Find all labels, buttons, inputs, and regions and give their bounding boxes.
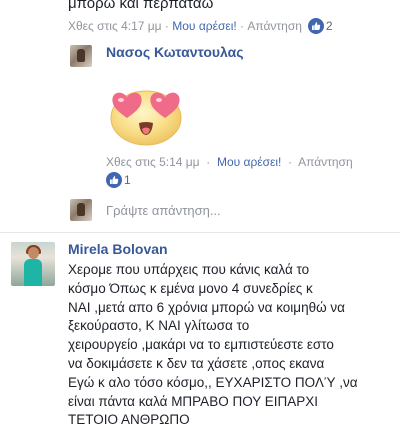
separator: · [161, 19, 173, 33]
separator: · [236, 19, 248, 33]
comment-line: είναι πάντα καλά ΜΠΡΑΒΟ ΠΟΥ ΕΙΠΑΡΧΙ [68, 393, 319, 409]
reply-link[interactable]: Απάντηση [247, 19, 302, 33]
comment-timestamp[interactable]: Χθες στις 4:17 μμ [68, 19, 162, 33]
like-count[interactable]: 2 [326, 19, 333, 33]
comment-line: χειρουργείο ,μακάρι να το εμπιστεύεστε ε… [68, 337, 334, 353]
comment-author-avatar[interactable] [11, 242, 55, 286]
comment-line: Χερομε που υπάρχεις που κάνις καλά το [68, 262, 310, 277]
reply-timestamp[interactable]: Χθες στις 5:14 μμ [106, 155, 200, 169]
like-link[interactable]: Μου αρέσει! [217, 155, 281, 169]
reply-reactions: 1 [106, 172, 131, 188]
divider [0, 232, 400, 233]
comment-text-tail: μπορώ και περπατάω [68, 0, 214, 12]
comment-line: ξεκούραστο, Κ ΝΑΙ γλίτωσα το [68, 318, 250, 334]
heart-eyes-emoji-icon [110, 90, 182, 146]
separator: · [284, 155, 296, 169]
comment-line: κόσμο Όπως κ εμένα μονο 4 συνεδρίες κ [68, 280, 313, 296]
reply-link[interactable]: Απάντηση [298, 155, 353, 169]
comment-body: Χερομε που υπάρχεις που κάνις καλά το κό… [68, 261, 398, 430]
comment-line: να δοκιμάσετε κ δεν τα χάσετε ,οπος εκαν… [68, 355, 325, 371]
like-link[interactable]: Μου αρέσει! [172, 19, 236, 33]
comment-line: ΝΑΙ ,μετά απο 6 χρόνια μπορώ να κοιμηθώ … [68, 299, 345, 315]
like-count[interactable]: 1 [124, 173, 131, 187]
current-user-avatar [70, 199, 92, 221]
comment-line: Εγώ κ αλο τόσο κόσμο,, ΕΥΧΑΡΙΣΤΟ ΠΟΛΎ ,ν… [68, 374, 358, 390]
write-reply-input[interactable]: Γράψτε απάντηση... [106, 203, 221, 218]
comment-author-name[interactable]: Mirela Bolovan [68, 241, 168, 257]
like-reaction-icon[interactable] [307, 18, 324, 34]
like-reaction-icon[interactable] [106, 172, 122, 188]
reply-author-avatar[interactable] [70, 45, 92, 67]
reply-meta-row: Χθες στις 5:14 μμ · Μου αρέσει! · Απάντη… [106, 155, 353, 169]
comment-line: ΤΕΤΟΙΟ ΑΝΘΡΩΠΟ [68, 412, 190, 428]
reply-author-name[interactable]: Νασος Κωταντουλας [106, 44, 244, 60]
separator: · [202, 155, 214, 169]
comment-meta-row: Χθες στις 4:17 μμ · Μου αρέσει! · Απάντη… [68, 18, 333, 34]
